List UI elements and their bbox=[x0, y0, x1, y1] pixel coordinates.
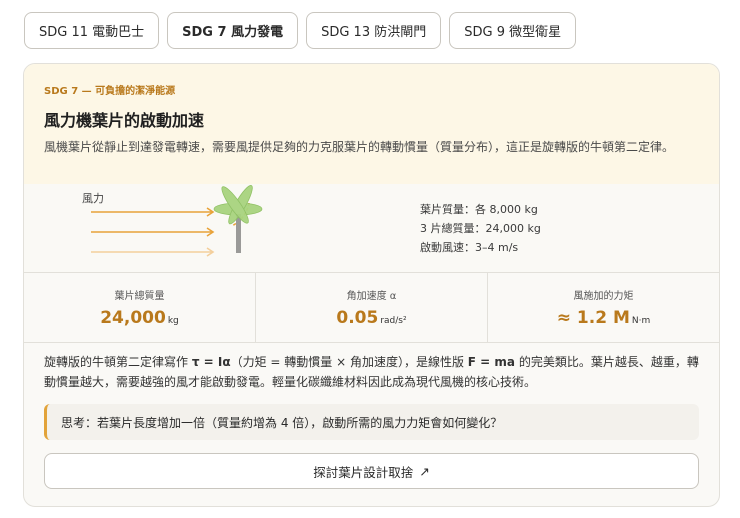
sdg-tabs: SDG 11 電動巴士 SDG 7 風力發電 SDG 13 防洪閘門 SDG 9… bbox=[24, 12, 577, 49]
stat-label: 葉片總質量 bbox=[114, 291, 165, 302]
text: （力矩 = 轉動慣量 × 角加速度），是線性版 bbox=[230, 355, 468, 369]
stats-row: 葉片總質量 24,000 kg 角加速度 α 0.05 rad/s² 風施加的力矩 ≈ 1… bbox=[24, 273, 719, 343]
tab-sdg11[interactable]: SDG 11 電動巴士 bbox=[24, 12, 160, 49]
tab-sdg13[interactable]: SDG 13 防洪閘門 bbox=[306, 12, 442, 49]
external-arrow-icon: ↗ bbox=[419, 463, 430, 479]
wind-label: 風力 bbox=[82, 192, 104, 205]
card-header: SDG 7 — 可負擔的潔淨能源 風力機葉片的啟動加速 風機葉片從靜止到達發電轉… bbox=[24, 64, 719, 184]
formula: τ = Iα bbox=[191, 355, 231, 369]
stat-value: 24,000 bbox=[100, 308, 166, 328]
button-label: 探討葉片設計取捨 bbox=[313, 464, 414, 480]
stat-value: ≈ 1.2 M bbox=[556, 308, 630, 328]
card-description: 風機葉片從靜止到達發電轉速，需要風提供足夠的力克服葉片的轉動慣量（質量分布），這… bbox=[44, 140, 675, 154]
card-title: 風力機葉片的啟動加速 bbox=[44, 111, 205, 130]
wind-turbine-icon: 風力 bbox=[82, 185, 263, 257]
stat-value: 0.05 bbox=[336, 308, 379, 328]
fact-total-mass: 3 片總質量：24,000 kg bbox=[420, 222, 541, 235]
lesson-card: SDG 7 — 可負擔的潔淨能源 風力機葉片的啟動加速 風機葉片從靜止到達發電轉… bbox=[23, 63, 720, 507]
turbine-facts: 葉片質量：各 8,000 kg 3 片總質量：24,000 kg 啟動風速：3–… bbox=[420, 200, 541, 257]
stat-angular-accel: 角加速度 α 0.05 rad/s² bbox=[256, 273, 488, 342]
stat-unit: rad/s² bbox=[380, 316, 407, 326]
stat-torque: 風施加的力矩 ≈ 1.2 M N·m bbox=[488, 273, 719, 342]
tab-sdg9[interactable]: SDG 9 微型衛星 bbox=[449, 12, 577, 49]
fact-blade-mass: 葉片質量：各 8,000 kg bbox=[420, 203, 538, 216]
text: 旋轉版的牛頓第二定律寫作 bbox=[44, 355, 192, 369]
stat-label: 角加速度 α bbox=[346, 291, 397, 302]
stat-label: 風施加的力矩 bbox=[573, 291, 634, 302]
fact-start-wind: 啟動風速：3–4 m/s bbox=[420, 241, 519, 254]
stat-unit: N·m bbox=[631, 316, 651, 326]
formula: F = ma bbox=[467, 355, 516, 369]
stat-total-mass: 葉片總質量 24,000 kg bbox=[24, 273, 256, 342]
stat-unit: kg bbox=[167, 316, 179, 326]
turbine-illustration: 風力 葉片質量：各 8,000 kg 3 片總質量：24,000 kg 啟動風速… bbox=[24, 184, 719, 273]
eyebrow: SDG 7 — 可負擔的潔淨能源 bbox=[44, 86, 176, 97]
tab-sdg7[interactable]: SDG 7 風力發電 bbox=[167, 12, 299, 49]
explanation: 旋轉版的牛頓第二定律寫作 τ = Iα（力矩 = 轉動慣量 × 角加速度），是線… bbox=[24, 343, 719, 392]
explore-design-button[interactable]: 探討葉片設計取捨 ↗ bbox=[44, 453, 699, 489]
think-callout: 思考：若葉片長度增加一倍（質量約增為 4 倍），啟動所需的風力力矩會如何變化？ bbox=[44, 404, 699, 440]
